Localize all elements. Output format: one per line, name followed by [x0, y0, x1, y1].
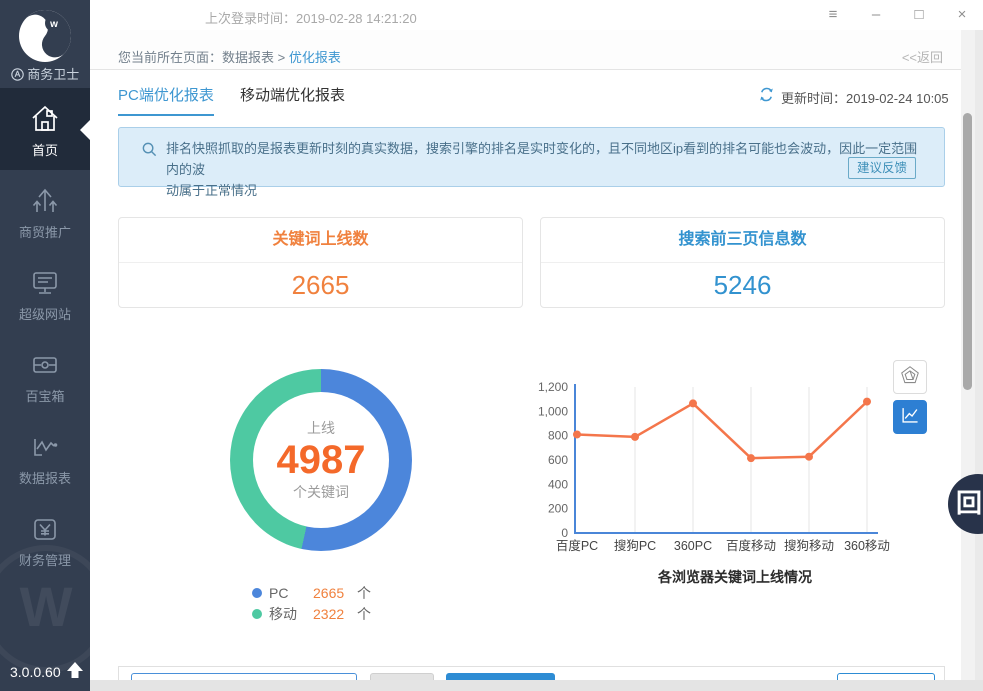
minimize-icon[interactable]: – — [863, 3, 889, 27]
feedback-button[interactable]: 建议反馈 — [848, 157, 916, 179]
svg-text:360PC: 360PC — [674, 539, 712, 553]
svg-text:百度移动: 百度移动 — [726, 538, 776, 553]
sidebar-item-label: 百宝箱 — [0, 386, 90, 405]
breadcrumb: 您当前所在页面：数据报表 > 优化报表 — [118, 47, 341, 66]
upgrade-arrow-icon[interactable] — [66, 660, 84, 680]
finance-icon — [28, 512, 62, 546]
stat-title: 搜索前三页信息数 — [541, 218, 944, 263]
legend-item-pc: PC 2665 个 — [252, 582, 371, 603]
line-chart-icon — [899, 404, 921, 431]
donut-label-bottom: 个关键词 — [293, 482, 349, 502]
bottom-strip — [90, 680, 983, 691]
svg-text:400: 400 — [548, 477, 568, 491]
stat-value: 2665 — [119, 263, 522, 307]
svg-text:1,000: 1,000 — [538, 404, 568, 418]
line-chart-svg: 0 200 400 600 800 1,000 1,200 百度PC 搜狗PC 360PC 百度移动… — [535, 379, 935, 559]
line-chart-toggle-button[interactable] — [893, 400, 927, 434]
line-chart-title: 各浏览器关键词上线情况 — [535, 567, 935, 587]
legend-item-mobile: 移动 2322 个 — [252, 603, 371, 624]
legend-dot-pc — [252, 588, 262, 598]
radar-chart-toggle-button[interactable] — [893, 360, 927, 394]
menu-icon[interactable]: ≡ — [820, 3, 846, 27]
svg-text:200: 200 — [548, 502, 568, 516]
refresh-icon[interactable] — [758, 86, 775, 108]
svg-text:百度PC: 百度PC — [556, 538, 598, 553]
sidebar-item-label: 数据报表 — [0, 468, 90, 487]
breadcrumb-bar: 您当前所在页面：数据报表 > 优化报表 <<返回 — [90, 30, 961, 70]
notice-banner: 排名快照抓取的是报表更新时刻的真实数据，搜索引擎的排名是实时变化的，且不同地区i… — [118, 127, 945, 187]
svg-text:0: 0 — [561, 526, 568, 540]
sidebar: w 商务卫士 首页 — [0, 0, 90, 691]
svg-text:1,200: 1,200 — [538, 380, 568, 394]
svg-text:w: w — [49, 19, 58, 30]
stat-value: 5246 — [541, 263, 944, 307]
close-icon[interactable]: × — [949, 3, 975, 27]
brand-label: 商务卫士 — [0, 64, 90, 83]
search-icon — [141, 141, 158, 163]
qr-icon: 回 — [956, 488, 982, 518]
sidebar-watermark: W — [0, 545, 110, 673]
svg-text:搜狗移动: 搜狗移动 — [784, 538, 834, 553]
tab-pc-report[interactable]: PC端优化报表 — [118, 84, 214, 116]
report-icon — [28, 430, 62, 464]
tab-mobile-report[interactable]: 移动端优化报表 — [240, 84, 345, 114]
maximize-icon[interactable]: □ — [906, 3, 932, 27]
sidebar-item-promotion[interactable]: 商贸推广 — [0, 170, 90, 252]
sidebar-item-reports[interactable]: 数据报表 — [0, 416, 90, 498]
version-label: 3.0.0.60 — [10, 664, 61, 680]
update-time-label: 更新时间：2019-02-24 10:05 — [781, 88, 949, 107]
stat-card-keywords: 关键词上线数 2665 — [118, 217, 523, 308]
donut-center: 上线 4987 个关键词 — [253, 392, 389, 528]
sidebar-item-toolbox[interactable]: 百宝箱 — [0, 334, 90, 416]
stat-title: 关键词上线数 — [119, 218, 522, 263]
toolbox-icon — [28, 348, 62, 382]
sidebar-item-home[interactable]: 首页 — [0, 88, 90, 170]
sidebar-item-label: 首页 — [0, 140, 90, 159]
stat-card-top3: 搜索前三页信息数 5246 — [540, 217, 945, 308]
pentagon-icon — [899, 364, 921, 391]
back-link[interactable]: <<返回 — [902, 47, 943, 66]
breadcrumb-current[interactable]: 优化报表 — [289, 50, 341, 65]
legend-dot-mobile — [252, 609, 262, 619]
qr-float-button[interactable]: 回 — [948, 474, 983, 534]
svg-text:800: 800 — [548, 429, 568, 443]
donut-label-top: 上线 — [307, 418, 335, 438]
notice-text: 排名快照抓取的是报表更新时刻的真实数据，搜索引擎的排名是实时变化的，且不同地区i… — [166, 138, 921, 201]
update-time-area: 更新时间：2019-02-24 10:05 — [758, 86, 949, 108]
app-window: 上次登录时间：2019-02-28 14:21:20 ≡ – □ × w 商务卫… — [0, 0, 983, 691]
last-login-time: 上次登录时间：2019-02-28 14:21:20 — [205, 8, 417, 27]
svg-text:360移动: 360移动 — [844, 539, 890, 553]
sidebar-item-label: 超级网站 — [0, 304, 90, 323]
sidebar-item-label: 商贸推广 — [0, 222, 90, 241]
line-chart: 0 200 400 600 800 1,000 1,200 百度PC 搜狗PC 360PC 百度移动… — [535, 379, 935, 559]
titlebar: 上次登录时间：2019-02-28 14:21:20 ≡ – □ × — [90, 0, 983, 31]
donut-value: 4987 — [277, 438, 366, 482]
scrollbar-thumb[interactable] — [963, 113, 972, 390]
website-icon — [28, 266, 62, 300]
home-icon — [28, 102, 62, 136]
svg-text:600: 600 — [548, 453, 568, 467]
donut-legend: PC 2665 个 移动 2322 个 — [252, 582, 371, 624]
sidebar-item-website[interactable]: 超级网站 — [0, 252, 90, 334]
donut-ring: 上线 4987 个关键词 — [230, 369, 412, 551]
svg-text:搜狗PC: 搜狗PC — [614, 538, 656, 553]
promotion-icon — [28, 184, 62, 218]
app-logo-icon: w — [17, 8, 73, 64]
active-item-notch — [80, 120, 90, 140]
window-right-edge — [975, 30, 983, 691]
